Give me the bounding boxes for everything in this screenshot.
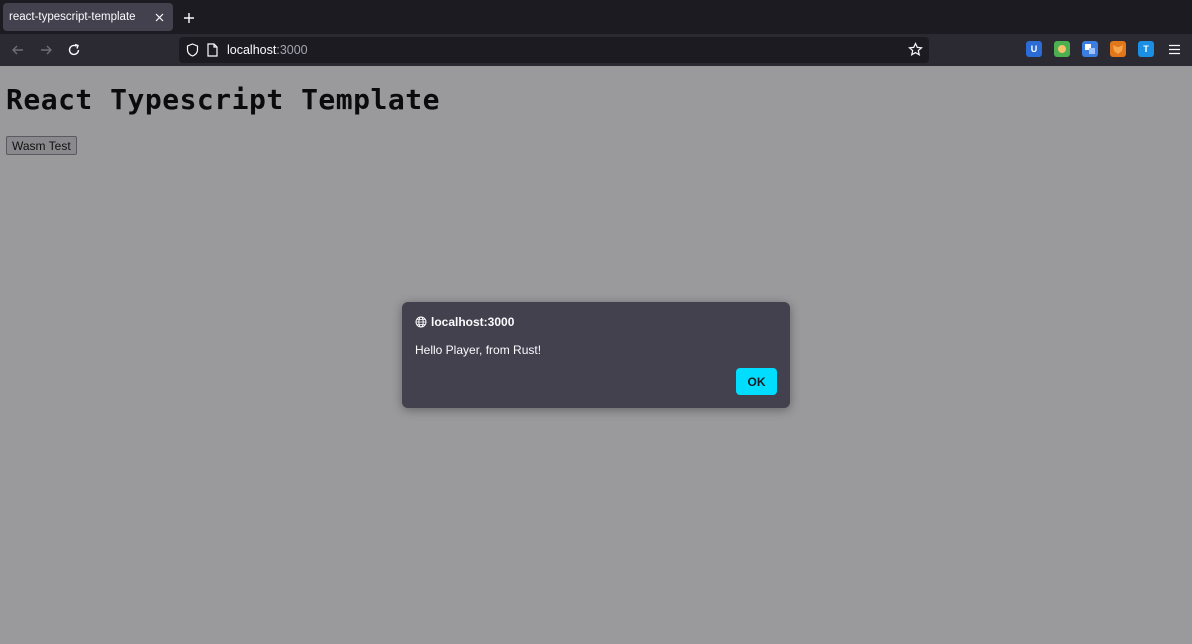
url-port: :3000: [276, 43, 308, 57]
dialog-header: localhost:3000: [415, 315, 514, 329]
forward-arrow-icon[interactable]: [38, 42, 54, 58]
hamburger-menu-icon[interactable]: [1166, 41, 1182, 57]
reload-icon[interactable]: [66, 42, 82, 58]
translate-icon[interactable]: [1082, 41, 1098, 57]
wasm-test-button[interactable]: Wasm Test: [6, 136, 77, 155]
globe-icon: [415, 316, 427, 328]
url-text: localhost:3000: [227, 43, 308, 57]
new-tab-icon[interactable]: [180, 9, 198, 27]
active-tab[interactable]: react-typescript-template: [3, 3, 173, 31]
page-info-icon[interactable]: [207, 43, 218, 62]
tracking-shield-icon[interactable]: [186, 43, 199, 62]
extension-shield-icon[interactable]: [1054, 41, 1070, 57]
t-extension-badge: T: [1143, 44, 1149, 54]
tab-close-icon[interactable]: [151, 9, 167, 25]
metamask-fox-icon[interactable]: [1110, 41, 1126, 57]
t-extension-icon[interactable]: T: [1138, 41, 1154, 57]
ublock-badge: U: [1030, 44, 1038, 54]
bookmark-star-icon[interactable]: [908, 42, 923, 62]
page-title: React Typescript Template: [6, 83, 440, 116]
back-arrow-icon[interactable]: [10, 42, 26, 58]
tab-strip: react-typescript-template: [0, 0, 1192, 34]
address-bar[interactable]: localhost:3000: [179, 37, 929, 63]
alert-dialog: localhost:3000 Hello Player, from Rust! …: [402, 302, 790, 408]
ok-button[interactable]: OK: [736, 368, 777, 395]
tab-title: react-typescript-template: [9, 11, 136, 23]
dialog-origin: localhost:3000: [431, 315, 515, 329]
url-host: localhost: [227, 43, 277, 57]
dialog-message: Hello Player, from Rust!: [415, 343, 542, 357]
ublock-icon[interactable]: U: [1026, 41, 1042, 57]
